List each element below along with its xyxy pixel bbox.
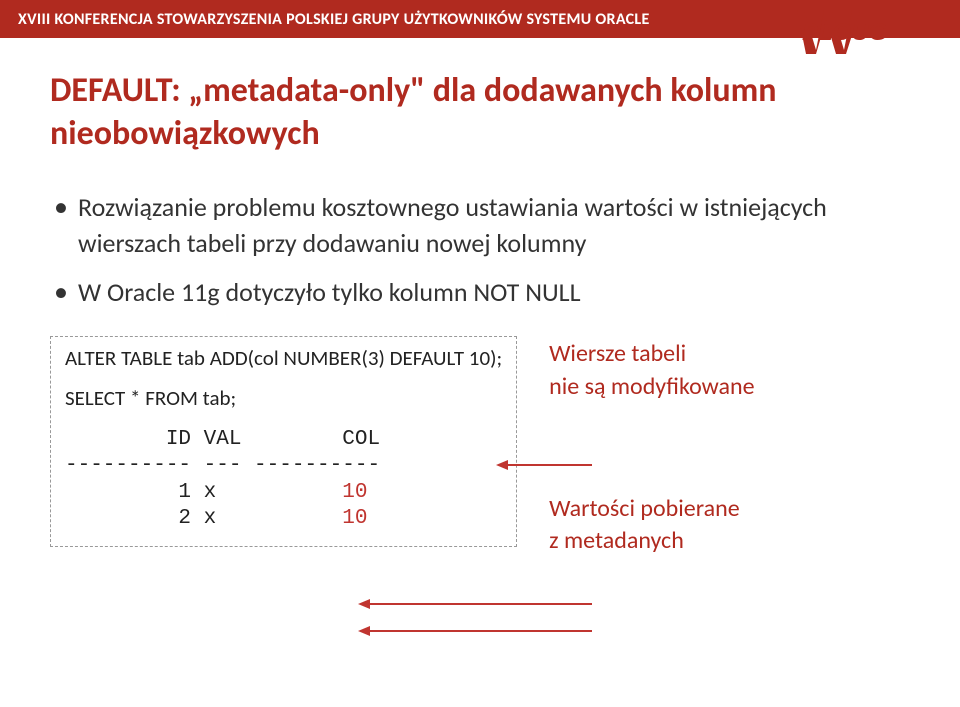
conference-title: XVIII KONFERENCJA STOWARZYSZENIA POLSKIE… (18, 10, 650, 29)
output-row: 1 x 10 (65, 481, 367, 504)
annotation-bottom: Wartości pobierane z metadanych (549, 493, 755, 558)
arrow-bottom-2-icon (358, 623, 596, 639)
code-box: ALTER TABLE tab ADD(col NUMBER(3) DEFAUL… (50, 336, 517, 547)
slide-title: DEFAULT: „metadata-only" dla dodawanych … (50, 70, 910, 155)
ploug-logo: PLOUG (792, 2, 942, 58)
bullet-item: Rozwiązanie problemu kosztownego ustawia… (50, 189, 910, 262)
output-header: ID VAL COL (65, 428, 380, 451)
bullet-list: Rozwiązanie problemu kosztownego ustawia… (50, 189, 910, 310)
output-divider: ---------- --- ---------- (65, 454, 380, 477)
bullet-item: W Oracle 11g dotyczyło tylko kolumn NOT … (50, 274, 910, 310)
lower-row: ALTER TABLE tab ADD(col NUMBER(3) DEFAUL… (50, 336, 910, 558)
arrow-bottom-1-icon (358, 596, 596, 612)
annotation-top: Wiersze tabeli nie są modyfikowane (549, 338, 755, 403)
output-row: 2 x 10 (65, 507, 367, 530)
svg-text:PLOUG: PLOUG (802, 19, 887, 46)
sql-alter: ALTER TABLE tab ADD(col NUMBER(3) DEFAUL… (65, 345, 502, 371)
slide-content: DEFAULT: „metadata-only" dla dodawanych … (0, 38, 960, 558)
col-value: 10 (342, 507, 367, 530)
sql-select: SELECT * FROM tab; (65, 385, 502, 411)
annotations: Wiersze tabeli nie są modyfikowane Warto… (549, 336, 755, 558)
col-value: 10 (342, 481, 367, 504)
sql-output: ID VAL COL ---------- --- ---------- 1 x… (65, 427, 502, 532)
